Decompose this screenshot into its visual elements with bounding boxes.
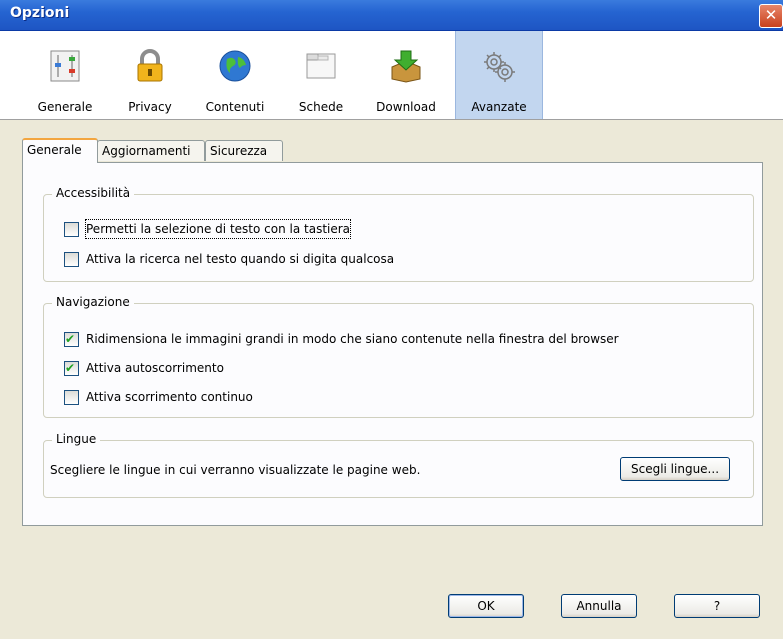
checkbox-box[interactable] [64,330,79,348]
button-label: OK [477,599,495,613]
window-title: Opzioni [10,5,70,21]
download-box-icon [391,50,421,83]
toolbar-schede[interactable]: Schede [290,31,352,119]
find-as-you-type-checkbox[interactable]: Attiva la ricerca nel testo quando si di… [64,250,484,268]
tab-label: Generale [27,143,82,157]
checkbox-box[interactable] [64,359,79,377]
smooth-scroll-checkbox[interactable]: Attiva scorrimento continuo [64,388,324,406]
toolbar-label: Schede [298,100,344,114]
globe-icon [219,50,251,82]
title-bar[interactable]: Opzioni ✕ [0,0,783,31]
tab-generale[interactable]: Generale [22,138,98,163]
toolbar-label: Privacy [128,100,172,114]
toolbar-download[interactable]: Download [367,31,445,119]
checkbox-label: Attiva scorrimento continuo [86,390,253,404]
toolbar-label: Contenuti [205,100,265,114]
toolbar-label: Download [376,100,436,114]
lock-icon [137,49,163,82]
navigation-legend: Navigazione [52,295,134,309]
help-button[interactable]: ? [674,594,760,618]
button-label: Scegli lingue... [630,462,720,476]
button-label: Annulla [576,599,622,613]
toolbar-privacy[interactable]: Privacy [118,31,182,119]
tab-label: Sicurezza [210,144,268,158]
gears-icon [484,52,515,82]
toolbar-generale[interactable]: Generale [30,31,100,119]
toolbar-contenuti[interactable]: Contenuti [197,31,273,119]
checkbox-box[interactable] [64,222,79,237]
button-label: ? [713,599,721,613]
tab-sicurezza[interactable]: Sicurezza [205,140,283,161]
cancel-button[interactable]: Annulla [561,594,637,618]
close-icon: ✕ [764,6,778,24]
languages-description: Scegliere le lingue in cui verranno visu… [50,463,421,477]
languages-legend: Lingue [52,432,101,446]
autoscroll-checkbox[interactable]: Attiva autoscorrimento [64,359,304,377]
toolbar-label: Avanzate [471,100,527,114]
close-button[interactable]: ✕ [759,4,783,28]
checkbox-label: Ridimensiona le immagini grandi in modo … [86,332,619,346]
choose-languages-button[interactable]: Scegli lingue... [620,457,730,481]
toolbar-label: Generale [37,100,93,114]
checkbox-label: Attiva la ricerca nel testo quando si di… [86,252,395,266]
accessibility-legend: Accessibilità [52,186,135,200]
toolbar-avanzate[interactable]: Avanzate [455,31,543,119]
checkbox-label: Permetti la selezione di testo con la ta… [84,219,352,239]
general-settings-icon [50,50,80,82]
tab-aggiornamenti[interactable]: Aggiornamenti [97,140,205,161]
checkbox-box[interactable] [64,390,79,405]
ok-button[interactable]: OK [448,594,524,618]
navigation-group: Navigazione Ridimensiona le immagini gra… [43,295,754,418]
checkbox-label: Attiva autoscorrimento [86,361,224,375]
options-toolbar: Generale Privacy Contenuti Schede Downlo… [0,31,783,120]
keyboard-selection-checkbox[interactable]: Permetti la selezione di testo con la ta… [64,219,404,239]
tab-panel-generale: Accessibilità Permetti la selezione di t… [22,162,763,526]
tab-label: Aggiornamenti [102,144,191,158]
checkbox-box[interactable] [64,252,79,267]
accessibility-group: Accessibilità Permetti la selezione di t… [43,186,754,282]
languages-group: Lingue Scegliere le lingue in cui verran… [43,432,754,498]
tabs-icon [306,53,336,79]
resize-images-checkbox[interactable]: Ridimensiona le immagini grandi in modo … [64,330,724,348]
